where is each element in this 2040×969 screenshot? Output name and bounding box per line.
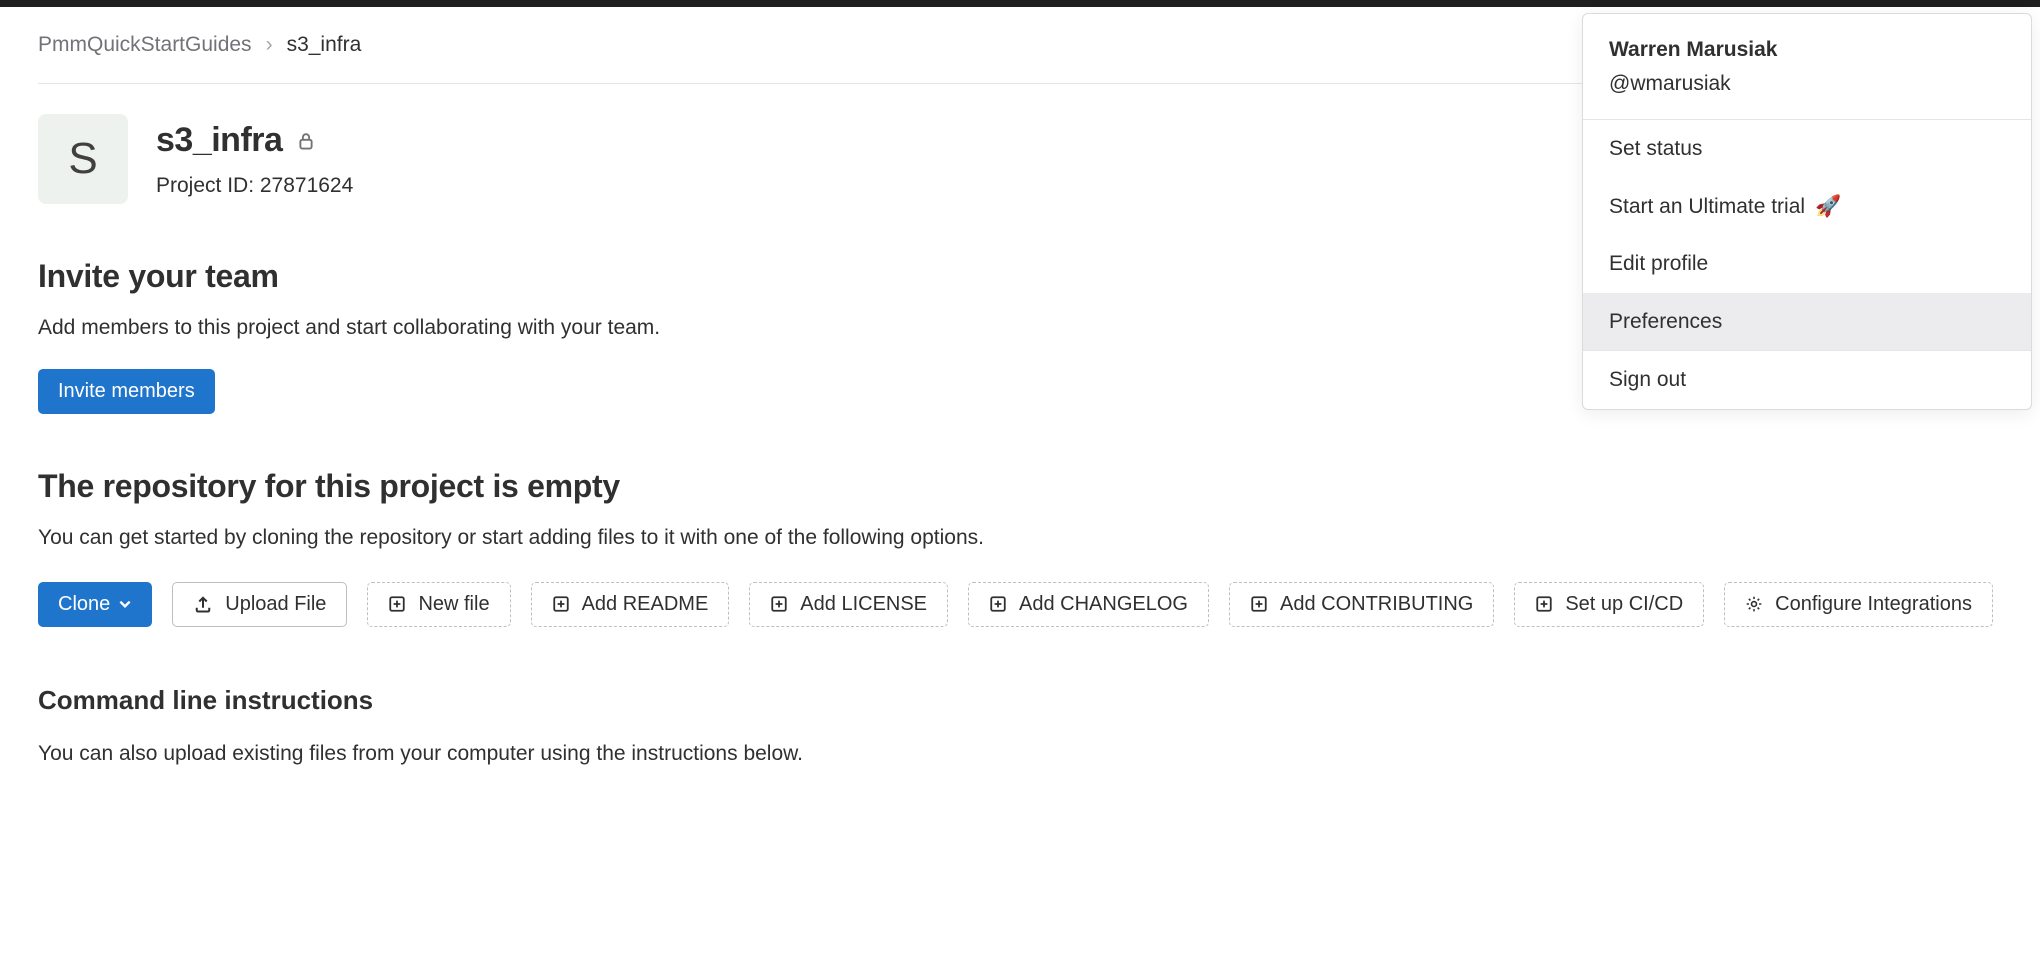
upload-label: Upload File [225,593,326,616]
project-title-block: s3_infra Project ID: 27871624 [156,115,353,202]
add-contributing-button[interactable]: Add CONTRIBUTING [1229,582,1494,627]
configure-integrations-button[interactable]: Configure Integrations [1724,582,1993,627]
clone-label: Clone [58,593,110,616]
add-changelog-button[interactable]: Add CHANGELOG [968,582,1209,627]
cli-heading: Command line instructions [38,681,2002,720]
menu-start-trial-label: Start an Ultimate trial [1609,191,1805,223]
add-license-label: Add LICENSE [800,593,927,616]
new-file-label: New file [418,593,489,616]
project-title-row: s3_infra [156,115,353,166]
menu-set-status[interactable]: Set status [1583,120,2031,178]
breadcrumb-current: s3_infra [287,29,362,61]
setup-cicd-button[interactable]: Set up CI/CD [1514,582,1704,627]
rocket-icon: 🚀 [1815,191,1841,223]
plus-square-icon [989,595,1007,613]
add-readme-label: Add README [582,593,709,616]
user-menu-header: Warren Marusiak @wmarusiak [1583,14,2031,120]
project-avatar: S [38,114,128,204]
user-menu: Warren Marusiak @wmarusiak Set status St… [1582,13,2032,410]
chevron-down-icon [118,597,132,611]
project-name: s3_infra [156,115,282,166]
invite-members-button[interactable]: Invite members [38,369,215,414]
chevron-right-icon: › [266,29,273,61]
menu-sign-out[interactable]: Sign out [1583,351,2031,409]
gear-icon [1745,595,1763,613]
new-file-button[interactable]: New file [367,582,510,627]
project-id: Project ID: 27871624 [156,170,353,202]
empty-repo-subtext: You can get started by cloning the repos… [38,522,2002,554]
breadcrumb-parent[interactable]: PmmQuickStartGuides [38,29,252,61]
user-name: Warren Marusiak [1609,34,2005,66]
plus-square-icon [388,595,406,613]
repo-actions-row: Clone Upload File New file [38,582,2002,627]
configure-integrations-label: Configure Integrations [1775,593,1972,616]
top-bar [0,0,2040,7]
add-readme-button[interactable]: Add README [531,582,730,627]
clone-button[interactable]: Clone [38,582,152,627]
upload-icon [193,594,213,614]
add-changelog-label: Add CHANGELOG [1019,593,1188,616]
menu-edit-profile[interactable]: Edit profile [1583,235,2031,293]
add-contributing-label: Add CONTRIBUTING [1280,593,1473,616]
page-content: PmmQuickStartGuides › s3_infra S s3_infr… [0,7,2040,769]
user-handle: @wmarusiak [1609,68,2005,100]
plus-square-icon [1250,595,1268,613]
lock-icon [296,131,316,151]
setup-cicd-label: Set up CI/CD [1565,593,1683,616]
upload-file-button[interactable]: Upload File [172,582,347,627]
plus-square-icon [552,595,570,613]
plus-square-icon [1535,595,1553,613]
menu-preferences[interactable]: Preferences [1583,293,2031,351]
empty-repo-heading: The repository for this project is empty [38,462,2002,510]
plus-square-icon [770,595,788,613]
menu-start-trial[interactable]: Start an Ultimate trial 🚀 [1583,178,2031,236]
cli-subtext: You can also upload existing files from … [38,738,2002,770]
add-license-button[interactable]: Add LICENSE [749,582,948,627]
